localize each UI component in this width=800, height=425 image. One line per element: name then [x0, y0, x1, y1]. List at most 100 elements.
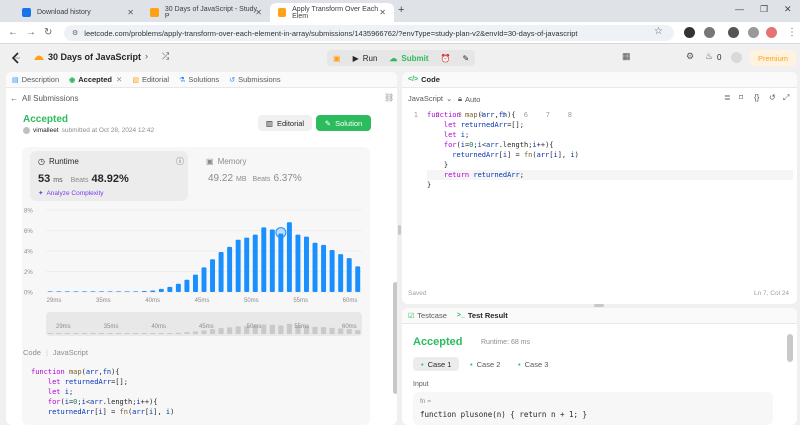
notes-button[interactable]: ✎: [456, 50, 475, 66]
format-icon[interactable]: ≣: [724, 93, 731, 102]
bookmark-star-icon[interactable]: ☆: [654, 26, 663, 37]
url-input[interactable]: ⚙ leetcode.com/problems/apply-transform-…: [64, 25, 674, 41]
tab-submissions[interactable]: ↺ Submissions: [229, 75, 280, 84]
chart-bar[interactable]: [286, 222, 292, 292]
run-button[interactable]: ▶ Run: [347, 50, 384, 66]
language-selector[interactable]: JavaScript ⌄: [408, 94, 460, 103]
shuffle-icon[interactable]: ⤮: [162, 51, 169, 62]
chart-bar[interactable]: [346, 258, 352, 292]
chart-bar[interactable]: [210, 259, 216, 292]
chart-bar[interactable]: [355, 266, 361, 292]
solution-button[interactable]: ✎ Solution: [316, 115, 371, 131]
chart-bar[interactable]: [201, 267, 207, 292]
site-info-icon[interactable]: ⚙: [72, 29, 78, 37]
close-icon[interactable]: ✕: [127, 8, 134, 17]
memory-heading[interactable]: ▣ Memory: [206, 157, 246, 166]
submit-button[interactable]: ☁ Submit: [383, 50, 434, 66]
chart-bar[interactable]: [227, 246, 233, 292]
minimize-icon[interactable]: —: [735, 4, 744, 14]
chart-bar[interactable]: [47, 291, 53, 292]
extension-icon[interactable]: [704, 27, 715, 38]
chart-bar[interactable]: [99, 291, 104, 292]
chart-bar[interactable]: [261, 227, 267, 292]
timer-button[interactable]: ⏰: [435, 50, 457, 66]
username[interactable]: vimalleet: [33, 127, 59, 134]
browser-tab-download-history[interactable]: Download history ✕: [14, 3, 142, 22]
chart-bar[interactable]: [64, 291, 70, 292]
all-submissions-link[interactable]: ← All Submissions: [10, 94, 78, 103]
chart-bar[interactable]: [124, 291, 130, 292]
share-link-icon[interactable]: ⛓: [384, 93, 394, 102]
case-2-tab[interactable]: • Case 2: [462, 357, 508, 371]
premium-button[interactable]: Premium: [750, 50, 797, 66]
puzzle-icon[interactable]: [748, 27, 759, 38]
tab-testcase[interactable]: ☑ Testcase: [408, 311, 447, 320]
bookmark-icon[interactable]: ⌑: [739, 93, 743, 102]
chart-bar[interactable]: [73, 291, 79, 292]
chart-bar[interactable]: [56, 291, 62, 292]
result-scrollbar[interactable]: [787, 334, 793, 362]
layout-icon[interactable]: ▦: [622, 51, 631, 62]
prev-problem-icon[interactable]: ‹: [127, 51, 130, 61]
fire-icon[interactable]: ♨: [705, 51, 713, 62]
chart-bar[interactable]: [167, 286, 173, 292]
chart-bar[interactable]: [312, 242, 318, 292]
chart-bar[interactable]: [244, 237, 250, 292]
reset-icon[interactable]: ↺: [769, 93, 776, 102]
code-editor[interactable]: function map(arr,fn){ let returnedArr=[]…: [427, 110, 793, 190]
braces-icon[interactable]: {}: [754, 93, 759, 102]
fullscreen-icon[interactable]: ⤢: [783, 93, 789, 103]
auto-mode-toggle[interactable]: 🔒︎ Auto: [458, 94, 480, 104]
tab-description[interactable]: ▤ Description: [12, 75, 59, 84]
window-close-icon[interactable]: ✕: [784, 4, 792, 15]
chart-bar[interactable]: [235, 239, 241, 292]
chart-bar[interactable]: [141, 290, 147, 292]
settings-gear-icon[interactable]: ⚙: [686, 51, 694, 62]
submitted-code-preview[interactable]: function map(arr,fn){ let returnedArr=[]…: [22, 361, 370, 425]
case-3-tab[interactable]: • Case 3: [510, 357, 556, 371]
chart-bar[interactable]: [304, 236, 309, 292]
next-problem-icon[interactable]: ›: [145, 51, 148, 61]
chart-bar[interactable]: [278, 233, 284, 292]
chart-bar[interactable]: [116, 291, 122, 292]
browser-tab-apply-transform[interactable]: Apply Transform Over Each Elem ✕: [270, 3, 394, 22]
new-tab-button[interactable]: +: [398, 4, 404, 16]
chart-bar[interactable]: [338, 254, 344, 292]
tab-test-result[interactable]: >_ Test Result: [457, 311, 508, 320]
chart-bar[interactable]: [269, 229, 275, 292]
profile-avatar[interactable]: [766, 27, 777, 38]
chart-bar[interactable]: [81, 291, 87, 292]
browser-tab-study-plan[interactable]: 30 Days of JavaScript - Study P ✕: [142, 3, 270, 22]
chart-bar[interactable]: [175, 283, 181, 292]
chart-bar[interactable]: [133, 291, 139, 292]
maximize-icon[interactable]: ❐: [760, 4, 768, 15]
tab-accepted[interactable]: ◉ Accepted ✕: [69, 75, 122, 84]
chart-bar[interactable]: [321, 244, 327, 292]
tab-code[interactable]: </> Code: [408, 75, 440, 84]
close-icon[interactable]: ✕: [255, 8, 262, 17]
extension-icon[interactable]: [684, 27, 695, 38]
debug-button[interactable]: ▣: [327, 50, 347, 66]
user-avatar[interactable]: [731, 52, 742, 63]
input-box[interactable]: fn = function plusone(n) { return n + 1;…: [413, 392, 773, 425]
case-1-tab[interactable]: • Case 1: [413, 357, 460, 371]
chart-bar[interactable]: [184, 279, 190, 292]
chart-bar[interactable]: [150, 290, 156, 292]
chart-bar[interactable]: [90, 291, 96, 292]
forward-arrow-icon[interactable]: →: [26, 27, 36, 38]
reload-icon[interactable]: ↻: [44, 27, 52, 38]
runtime-distribution-chart[interactable]: 8% 6% 4% 2% 0% 29ms 35ms 40ms 45ms 50ms 55ms 60ms: [24, 206, 368, 306]
info-icon[interactable]: ⓘ: [176, 156, 184, 167]
runtime-card[interactable]: ◷ Runtime ⓘ 53 ms Beats 48.92% ✦ Analyze…: [30, 151, 188, 201]
chart-bar[interactable]: [252, 234, 258, 292]
vertical-resize-handle[interactable]: [398, 225, 401, 235]
analyze-complexity-link[interactable]: ✦ Analyze Complexity: [38, 189, 104, 198]
editorial-button[interactable]: ▥ Editorial: [258, 115, 312, 131]
menu-kebab-icon[interactable]: ⋮: [787, 27, 797, 38]
back-arrow-icon[interactable]: ←: [8, 27, 18, 38]
chart-bar[interactable]: [295, 234, 301, 292]
left-scrollbar[interactable]: [393, 282, 397, 394]
close-icon[interactable]: ✕: [379, 8, 386, 17]
chart-bar[interactable]: [107, 291, 113, 292]
chart-bar[interactable]: [218, 252, 224, 292]
